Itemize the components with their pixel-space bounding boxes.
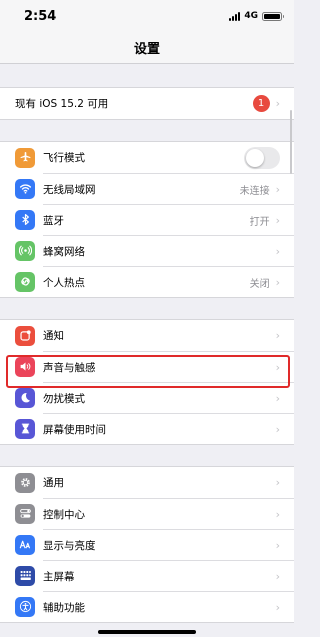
row-label: 无线局域网 — [43, 183, 96, 196]
hotspot-icon — [15, 271, 35, 292]
cellular-signal-icon — [229, 11, 241, 21]
airplane-icon — [15, 147, 35, 168]
nav-bar: 设置 — [0, 32, 294, 64]
row-value: 关闭 — [249, 278, 270, 290]
row-label: 通用 — [43, 477, 64, 489]
system-group: 通用 › 控制中心 › 显示与亮度 › 主屏幕 › 辅助功能 › — [0, 466, 294, 623]
software-update-row[interactable]: 现有 iOS 15.2 可用 1 › — [0, 88, 294, 119]
settings-row-home-screen[interactable]: 主屏幕 › — [0, 560, 294, 591]
chevron-right-icon: › — [275, 275, 280, 289]
gear-icon — [15, 472, 35, 493]
chevron-right-icon: › — [275, 244, 280, 258]
settings-row-do-not-disturb[interactable]: 勿扰模式 › — [0, 382, 294, 413]
chevron-right-icon: › — [275, 360, 280, 374]
notifications-group: 通知 › 声音与触感 › 勿扰模式 › 屏幕使用时间 › — [0, 319, 294, 445]
row-value: 未连接 — [239, 185, 270, 197]
software-update-group: 现有 iOS 15.2 可用 1 › — [0, 87, 294, 120]
aa-icon — [15, 534, 35, 555]
chevron-right-icon: › — [275, 476, 280, 489]
settings-row-bluetooth[interactable]: 蓝牙 打开 › — [0, 204, 294, 235]
chevron-right-icon: › — [275, 182, 280, 196]
notification-icon — [15, 325, 35, 346]
battery-icon — [262, 11, 284, 21]
status-indicators: 4G — [229, 11, 284, 21]
settings-row-screen-time[interactable]: 屏幕使用时间 › — [0, 413, 294, 444]
row-value: 打开 — [249, 216, 270, 228]
connectivity-group: 飞行模式 无线局域网 未连接 › 蓝牙 打开 › 蜂窝网络 › 个人热点 关闭 … — [0, 141, 294, 298]
grid-icon — [15, 565, 35, 586]
chevron-right-icon: › — [275, 213, 280, 227]
chevron-right-icon: › — [275, 538, 280, 552]
settings-row-notifications[interactable]: 通知 › — [0, 320, 294, 351]
chevron-right-icon: › — [275, 507, 280, 521]
row-label: 屏幕使用时间 — [43, 423, 106, 436]
wifi-icon — [15, 178, 35, 199]
row-label: 个人热点 — [43, 276, 85, 289]
bluetooth-icon — [15, 209, 35, 230]
settings-row-control-center[interactable]: 控制中心 › — [0, 498, 294, 529]
row-label: 勿扰模式 — [43, 392, 85, 405]
settings-row-accessibility[interactable]: 辅助功能 › — [0, 591, 294, 622]
accessibility-icon — [15, 596, 35, 617]
network-type: 4G — [244, 11, 258, 21]
row-label: 显示与亮度 — [43, 539, 96, 552]
chevron-right-icon: › — [275, 600, 280, 614]
settings-row-general[interactable]: 通用 › — [0, 467, 294, 498]
settings-row-display-brightness[interactable]: 显示与亮度 › — [0, 529, 294, 560]
moon-icon — [15, 387, 35, 408]
row-label: 通知 — [43, 330, 64, 342]
chevron-right-icon: › — [275, 329, 280, 342]
settings-row-sounds-haptics[interactable]: 声音与触感 › — [0, 351, 294, 382]
page-title: 设置 — [133, 42, 160, 57]
hourglass-icon — [15, 418, 35, 439]
row-label: 飞行模式 — [43, 152, 85, 164]
row-label: 辅助功能 — [43, 601, 85, 614]
update-badge: 1 — [252, 95, 270, 112]
scroll-indicator — [289, 110, 292, 174]
status-time: 2:54 — [24, 8, 57, 24]
chevron-right-icon: › — [275, 569, 280, 583]
chevron-right-icon: › — [275, 97, 280, 110]
chevron-right-icon: › — [275, 391, 280, 405]
row-label: 蜂窝网络 — [43, 245, 85, 258]
settings-row-cellular[interactable]: 蜂窝网络 › — [0, 235, 294, 266]
status-bar: 2:54 4G — [0, 0, 294, 32]
chevron-right-icon: › — [275, 422, 280, 436]
switches-icon — [15, 503, 35, 524]
speaker-icon — [15, 356, 35, 377]
row-label: 声音与触感 — [43, 361, 96, 374]
settings-row-hotspot[interactable]: 个人热点 关闭 › — [0, 266, 294, 297]
row-label: 主屏幕 — [43, 570, 75, 583]
row-label: 控制中心 — [43, 508, 85, 521]
settings-row-wlan[interactable]: 无线局域网 未连接 › — [0, 173, 294, 204]
airplane-mode-toggle[interactable] — [244, 146, 280, 169]
software-update-label: 现有 iOS 15.2 可用 — [15, 98, 109, 110]
row-label: 蓝牙 — [43, 214, 64, 227]
home-indicator[interactable] — [98, 630, 196, 634]
settings-row-airplane-mode[interactable]: 飞行模式 — [0, 142, 294, 173]
antenna-icon — [15, 240, 35, 261]
